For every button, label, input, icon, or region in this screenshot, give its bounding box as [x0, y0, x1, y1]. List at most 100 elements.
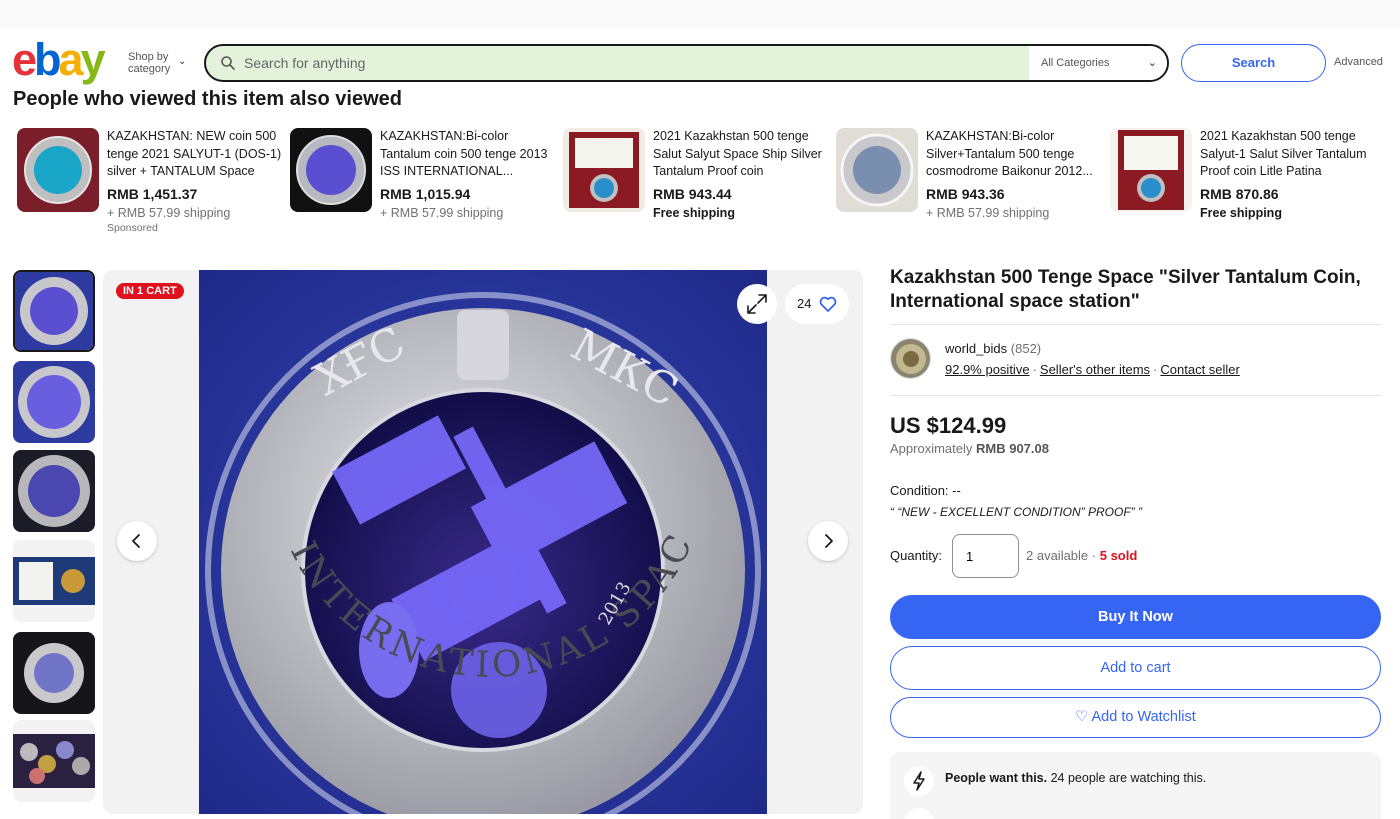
recommended-item-price: RMB 870.86: [1200, 186, 1279, 202]
logo-letter-a: a: [58, 34, 84, 85]
heart-icon: [819, 296, 837, 312]
advanced-search-link[interactable]: Advanced: [1334, 56, 1383, 68]
thumbnail-2[interactable]: [13, 361, 95, 443]
recommended-item-image[interactable]: [1110, 128, 1192, 212]
shop-by-category-button[interactable]: Shop by category: [128, 51, 170, 75]
category-select-value: All Categories: [1041, 57, 1110, 69]
header: ebay Shop by category ⌄ All Categories ⌄…: [0, 28, 1400, 90]
recommended-item-image[interactable]: [836, 128, 918, 212]
quantity-row: Quantity: 2 available · 5 sold: [890, 534, 1382, 578]
thumbnail-4[interactable]: [13, 540, 95, 622]
recommended-item[interactable]: KAZAKHSTAN: NEW coin 500 tenge 2021 SALY…: [17, 128, 289, 240]
approx-value: RMB 907.08: [976, 441, 1049, 456]
people-want-this-banner: People want this. 24 people are watching…: [890, 752, 1381, 819]
promo-detail: 24 people are watching this.: [1047, 771, 1207, 785]
availability: 2 available · 5 sold: [1026, 548, 1137, 563]
also-viewed-title: People who viewed this item also viewed: [13, 88, 403, 110]
positive-feedback-link[interactable]: 92.9% positive: [945, 362, 1030, 377]
previous-image-button[interactable]: [117, 521, 157, 561]
recommended-item[interactable]: KAZAKHSTAN:Bi-color Silver+Tantalum 500 …: [836, 128, 1108, 240]
recommended-item-shipping: + RMB 57.99 shipping: [107, 206, 231, 220]
seller-info: world_bids (852) 92.9% positive · Seller's…: [890, 325, 1382, 395]
add-to-cart-button[interactable]: Add to cart: [890, 646, 1381, 690]
recommended-item-title[interactable]: 2021 Kazakhstan 500 tenge Salut Salyut S…: [653, 128, 833, 180]
condition-value: --: [952, 483, 961, 498]
seller-name-line: world_bids (852): [945, 341, 1041, 356]
recommended-item-shipping: Free shipping: [1200, 206, 1282, 220]
buy-it-now-button[interactable]: Buy It Now: [890, 595, 1381, 639]
recommended-item-shipping: Free shipping: [653, 206, 735, 220]
product-price: US $124.99: [890, 413, 1007, 438]
logo-letter-y: y: [80, 34, 106, 85]
search-bar: All Categories ⌄: [204, 44, 1169, 82]
recommended-item[interactable]: 2021 Kazakhstan 500 tenge Salyut-1 Salut…: [1110, 128, 1382, 240]
separator-dot: ·: [1032, 362, 1037, 377]
in-cart-badge: IN 1 CART: [116, 283, 184, 299]
seller-name[interactable]: world_bids: [945, 341, 1007, 356]
recommended-item-price: RMB 1,015.94: [380, 186, 471, 202]
seller-links: 92.9% positive · Seller's other items · Cont…: [945, 362, 1240, 377]
expand-image-button[interactable]: [737, 284, 777, 324]
search-button[interactable]: Search: [1181, 44, 1326, 82]
quantity-label: Quantity:: [890, 548, 943, 563]
sponsored-label: Sponsored: [107, 222, 158, 234]
contact-seller-link[interactable]: Contact seller: [1160, 362, 1239, 377]
thumbnail-6[interactable]: [13, 720, 95, 802]
watch-count: 24: [797, 296, 812, 311]
seller-feedback-count[interactable]: (852): [1011, 341, 1041, 356]
shop-by-line2: category: [128, 63, 171, 75]
next-image-button[interactable]: [808, 521, 848, 561]
chevron-right-icon: [825, 534, 833, 548]
add-to-watchlist-button[interactable]: ♡ Add to Watchlist: [890, 697, 1381, 738]
recommended-item-price: RMB 1,451.37: [107, 186, 198, 202]
recommended-item-image[interactable]: [563, 128, 645, 212]
thumbnail-5[interactable]: [13, 632, 95, 714]
condition-label: Condition:: [890, 483, 949, 498]
chevron-down-icon[interactable]: ⌄: [178, 56, 186, 67]
product-panel: Kazakhstan 500 Tenge Space "Silver Tanta…: [890, 266, 1382, 738]
sold-count: 5 sold: [1099, 548, 1138, 563]
search-icon: [221, 56, 235, 70]
promo-bold: People want this.: [945, 771, 1048, 785]
search-input[interactable]: [244, 46, 1024, 80]
product-title: Kazakhstan 500 Tenge Space "Silver Tanta…: [890, 267, 1361, 312]
recommended-item-shipping: + RMB 57.99 shipping: [926, 206, 1050, 220]
separator-dot: ·: [1153, 362, 1158, 377]
recommended-item-title[interactable]: 2021 Kazakhstan 500 tenge Salyut-1 Salut…: [1200, 128, 1380, 180]
approx-label: Approximately: [890, 441, 973, 456]
quantity-input[interactable]: [952, 534, 1019, 578]
thumbnail-3[interactable]: [13, 450, 95, 532]
category-select[interactable]: All Categories ⌄: [1029, 46, 1167, 80]
approx-price: Approximately RMB 907.08: [890, 441, 1382, 456]
seller-avatar[interactable]: [890, 338, 931, 379]
main-product-image[interactable]: ХҒС МКС INTERNATIONAL SPACE STATION 2013: [199, 270, 767, 814]
divider: [890, 395, 1382, 396]
watch-button[interactable]: 24: [785, 284, 849, 324]
ebay-logo[interactable]: ebay: [12, 34, 106, 85]
main-image-gallery: ХҒС МКС INTERNATIONAL SPACE STATION 2013…: [103, 270, 863, 814]
recommended-item-title[interactable]: KAZAKHSTAN:Bi-color Silver+Tantalum 500 …: [926, 128, 1106, 180]
top-band: [0, 0, 1400, 28]
shop-by-line1: Shop by: [128, 51, 169, 63]
available-count: 2 available ·: [1026, 548, 1097, 563]
recommended-item[interactable]: 2021 Kazakhstan 500 tenge Salut Salyut S…: [563, 128, 835, 240]
lightning-icon: [904, 766, 934, 796]
chevron-left-icon: [132, 534, 140, 548]
recommended-item-image[interactable]: [290, 128, 372, 212]
sellers-other-items-link[interactable]: Seller's other items: [1040, 362, 1150, 377]
logo-letter-e: e: [12, 34, 37, 85]
recommended-item-shipping: + RMB 57.99 shipping: [380, 206, 504, 220]
expand-icon: [747, 294, 767, 314]
condition: Condition: --: [890, 483, 1382, 498]
recommended-item-price: RMB 943.44: [653, 186, 732, 202]
recommended-item[interactable]: KAZAKHSTAN:Bi-color Tantalum coin 500 te…: [290, 128, 562, 240]
promo-second-icon: [904, 808, 934, 819]
logo-letter-b: b: [34, 34, 61, 85]
recommended-item-image[interactable]: [17, 128, 99, 212]
recommended-item-title[interactable]: KAZAKHSTAN:Bi-color Tantalum coin 500 te…: [380, 128, 560, 180]
recommended-item-price: RMB 943.36: [926, 186, 1005, 202]
condition-description: “ “NEW - EXCELLENT CONDITION” PROOF” ”: [890, 505, 1142, 519]
recommended-item-title[interactable]: KAZAKHSTAN: NEW coin 500 tenge 2021 SALY…: [107, 128, 287, 180]
thumbnail-1[interactable]: [13, 270, 95, 352]
promo-text: People want this. 24 people are watching…: [945, 771, 1206, 785]
